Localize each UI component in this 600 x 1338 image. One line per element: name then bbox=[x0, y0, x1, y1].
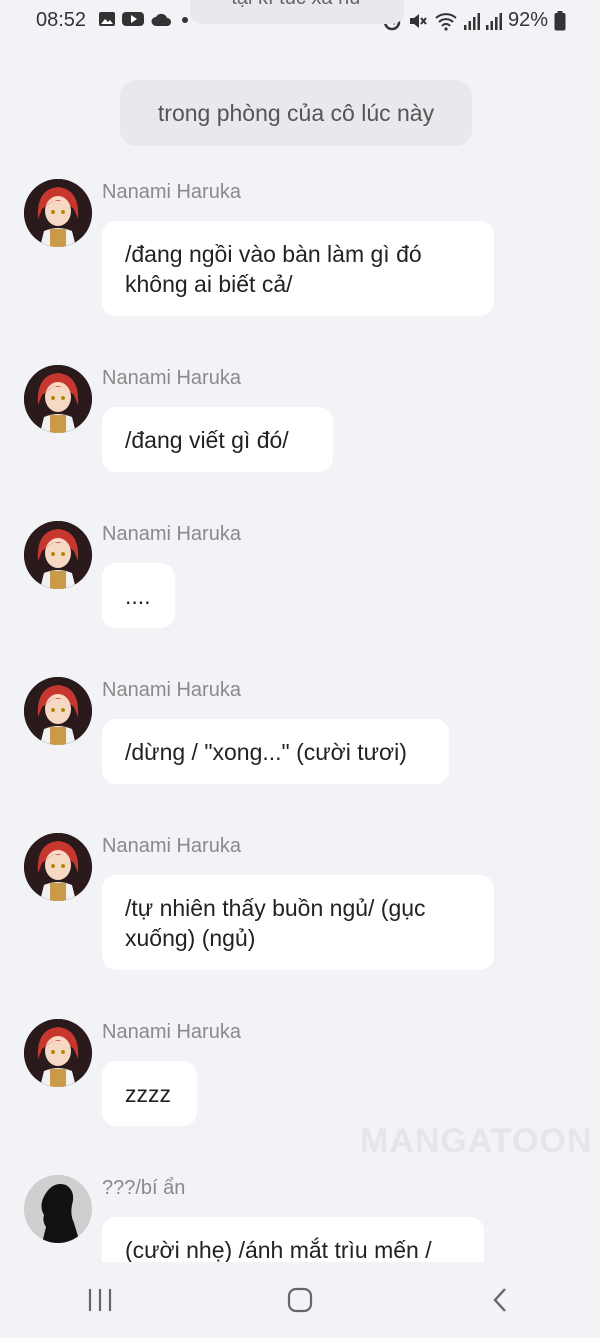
youtube-icon bbox=[122, 12, 144, 26]
message-bubble[interactable]: .... bbox=[102, 563, 175, 628]
scene-text: trong phòng của cô lúc này bbox=[157, 100, 435, 126]
signal-icon bbox=[463, 12, 480, 30]
mute-icon bbox=[409, 13, 427, 28]
message-line: /tự nhiên thấy buồn ngủ/ (gục bbox=[125, 895, 426, 921]
message-line: zzzz bbox=[125, 1081, 171, 1107]
status-time: 08:52 bbox=[36, 9, 87, 31]
character-avatar-icon bbox=[24, 677, 92, 745]
avatar[interactable] bbox=[24, 677, 92, 745]
sender-name: Nanami Haruka bbox=[102, 835, 241, 857]
silhouette-avatar-icon bbox=[24, 1175, 92, 1243]
sender-name: Nanami Haruka bbox=[102, 679, 241, 701]
message-bubble[interactable]: /đang ngồi vào bàn làm gì đó không ai bi… bbox=[102, 221, 494, 316]
message-line: /đang ngồi vào bàn làm gì đó bbox=[125, 241, 422, 267]
back-button[interactable] bbox=[470, 1270, 530, 1330]
avatar[interactable] bbox=[24, 365, 92, 433]
signal-icon bbox=[485, 12, 502, 30]
previous-scene-text: tại kí túc xá nữ bbox=[231, 0, 362, 9]
avatar[interactable] bbox=[24, 833, 92, 901]
battery-percent: 92% bbox=[507, 9, 548, 31]
avatar[interactable] bbox=[24, 1019, 92, 1087]
watermark-logo: MANGATOON bbox=[360, 1122, 593, 1160]
message-bubble[interactable]: /đang viết gì đó/ bbox=[102, 407, 333, 472]
message-line: xuống) (ngủ) bbox=[125, 925, 256, 951]
message-line: .... bbox=[125, 583, 151, 609]
sender-name: Nanami Haruka bbox=[102, 523, 241, 545]
scene-bubble: trong phòng của cô lúc này bbox=[120, 80, 472, 146]
character-avatar-icon bbox=[24, 179, 92, 247]
character-avatar-icon bbox=[24, 365, 92, 433]
message-line: không ai biết cả/ bbox=[125, 271, 293, 297]
recent-apps-button[interactable] bbox=[70, 1270, 130, 1330]
character-avatar-icon bbox=[24, 521, 92, 589]
navigation-bar bbox=[0, 1262, 600, 1338]
avatar[interactable] bbox=[24, 521, 92, 589]
message-bubble[interactable]: zzzz bbox=[102, 1061, 197, 1126]
recent-apps-icon bbox=[88, 1289, 112, 1311]
battery-icon bbox=[554, 10, 566, 30]
sender-name: Nanami Haruka bbox=[102, 367, 241, 389]
wifi-icon bbox=[435, 12, 457, 31]
cloud-icon bbox=[151, 13, 171, 26]
sender-name: ???/bí ẩn bbox=[102, 1177, 186, 1199]
avatar[interactable] bbox=[24, 1175, 92, 1243]
character-avatar-icon bbox=[24, 1019, 92, 1087]
home-icon bbox=[287, 1287, 313, 1313]
avatar[interactable] bbox=[24, 179, 92, 247]
sender-name: Nanami Haruka bbox=[102, 1021, 241, 1043]
sender-name: Nanami Haruka bbox=[102, 181, 241, 203]
character-avatar-icon bbox=[24, 833, 92, 901]
message-line: /đang viết gì đó/ bbox=[125, 427, 289, 453]
message-line: (cười nhẹ) /ánh mắt trìu mến / bbox=[125, 1237, 432, 1263]
home-button[interactable] bbox=[270, 1270, 330, 1330]
message-bubble[interactable]: /dừng / "xong..." (cười tươi) bbox=[102, 719, 449, 784]
message-bubble[interactable]: /tự nhiên thấy buồn ngủ/ (gục xuống) (ng… bbox=[102, 875, 494, 970]
previous-scene-bubble: tại kí túc xá nữ bbox=[190, 0, 404, 24]
gallery-icon bbox=[99, 12, 115, 26]
message-line: /dừng / "xong..." (cười tươi) bbox=[125, 739, 407, 765]
back-icon bbox=[493, 1288, 506, 1312]
